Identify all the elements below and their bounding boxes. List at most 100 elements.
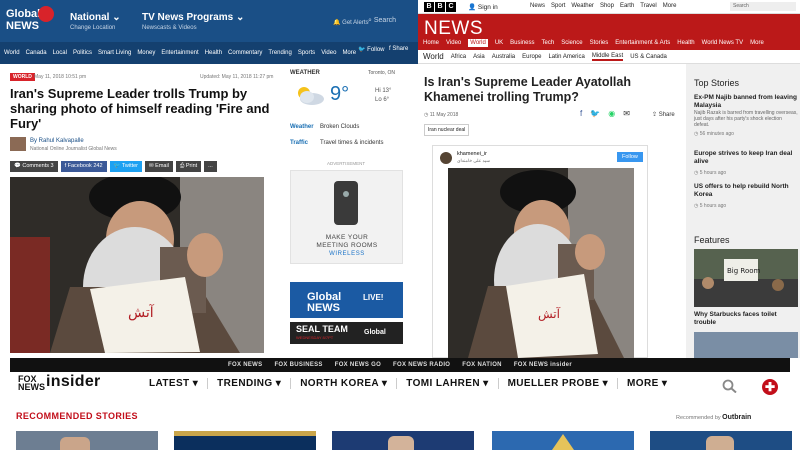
bbc-search-input[interactable]: Search [730,2,796,11]
network-fox-news-go[interactable]: FOX NEWS GO [335,362,381,368]
top-story-2[interactable]: Europe strives to keep Iran deal alive ◷… [694,150,798,176]
bbc-nav-world-news-tv[interactable]: World News TV [702,40,743,46]
bbc-nav-entertainment[interactable]: Entertainment & Arts [615,40,670,46]
topnav-weather[interactable]: Weather [571,3,594,9]
subnav-us-canada[interactable]: US & Canada [630,54,667,60]
twitter-icon[interactable]: 🐦 [590,109,600,118]
topnav-travel[interactable]: Travel [640,3,656,9]
subnav-latin-america[interactable]: Latin America [548,54,584,60]
bbc-nav-uk[interactable]: UK [495,40,503,46]
nav-item-politics[interactable]: Politics [73,50,92,56]
sign-in-link[interactable]: 👤 Sign in [468,3,498,11]
embed-follow-button[interactable]: Follow [617,152,643,162]
bbc-share-button[interactable]: ⇪ Share [652,111,675,118]
topnav-news[interactable]: News [530,3,545,9]
bbc-nav-stories[interactable]: Stories [590,40,609,46]
recommended-thumb-5[interactable] [650,431,792,450]
fox-nav-trending[interactable]: TRENDING ▾ [207,378,290,389]
feature-image[interactable]: Big Room [694,249,798,307]
fox-nav-tomi-lahren[interactable]: TOMI LAHREN ▾ [396,378,497,389]
network-fox-business[interactable]: FOX BUSINESS [274,362,322,368]
search-button[interactable]: ⌕ Search [368,17,396,25]
twitter-share-button[interactable]: 🐦 Twitter [109,161,143,172]
recommended-thumb-2[interactable] [174,431,316,450]
topnav-shop[interactable]: Shop [600,3,614,9]
bbc-nav-tech[interactable]: Tech [542,40,555,46]
recommended-thumb-1[interactable] [16,431,158,450]
nav-item-entertainment[interactable]: Entertainment [161,50,198,56]
bbc-nav-health[interactable]: Health [677,40,694,46]
weather-row[interactable]: Weather Broken Clouds [290,124,359,130]
bbc-nav-science[interactable]: Science [561,40,582,46]
print-button[interactable]: ⎙ Print [175,161,202,172]
embed-username[interactable]: khamenei_ir [457,151,487,157]
bbc-nav-home[interactable]: Home [423,40,439,46]
newscasts-link[interactable]: Newscasts & Videos [142,25,244,31]
feature-title[interactable]: Why Starbucks faces toilet trouble [694,311,798,327]
nav-item-local[interactable]: Local [53,50,67,56]
ad-headline: MAKE YOUR MEETING ROOMS [296,234,398,250]
outbrain-credit[interactable]: Recommended by Outbrain [676,414,751,421]
change-location-link[interactable]: Change Location [70,25,121,31]
nav-item-commentary[interactable]: Commentary [228,50,262,56]
global-news-logo[interactable]: Global NEWS [6,6,54,36]
fox-nav-north-korea[interactable]: NORTH KOREA ▾ [290,378,396,389]
nav-item-canada[interactable]: Canada [26,50,47,56]
topnav-earth[interactable]: Earth [620,3,634,9]
subnav-australia[interactable]: Australia [492,54,515,60]
nav-item-trending[interactable]: Trending [268,50,291,56]
medical-cross-icon[interactable]: ✚ [762,379,778,395]
bbc-logo[interactable]: BBC [424,2,456,12]
recommended-thumb-4[interactable] [492,431,634,450]
author-link[interactable]: By Rahul Kalvapalle [30,138,84,144]
more-share-button[interactable]: ... [204,161,217,172]
nav-item-video[interactable]: Video [321,50,336,56]
bbc-nav-video[interactable]: Video [446,40,461,46]
fox-nav-mueller-probe[interactable]: MUELLER PROBE ▾ [497,378,617,389]
feature-image-2[interactable] [694,332,798,358]
top-story-1[interactable]: Ex-PM Najib banned from leaving Malaysia… [694,94,798,137]
network-fox-insider[interactable]: FOX NEWS insider [514,362,572,368]
nav-item-smart-living[interactable]: Smart Living [98,50,131,56]
nav-item-world[interactable]: World [4,50,20,56]
subnav-africa[interactable]: Africa [451,54,466,60]
facebook-icon[interactable]: f [580,109,582,118]
bbc-nav-business[interactable]: Business [510,40,534,46]
messenger-icon[interactable]: ◉ [608,109,615,118]
national-dropdown[interactable]: National ⌄ Change Location [70,12,121,31]
follow-button[interactable]: 🐦 Follow [358,46,385,53]
nav-item-sports[interactable]: Sports [298,50,315,56]
topnav-more[interactable]: More [663,3,677,9]
share-button[interactable]: f Share [389,46,408,52]
network-fox-news[interactable]: FOX NEWS [228,362,262,368]
bbc-nav-world[interactable]: World [468,39,488,47]
alerts-button[interactable]: 🔔 Get Alerts [333,19,369,26]
nav-item-more[interactable]: More [342,50,356,56]
subnav-world[interactable]: World [423,52,444,61]
top-story-3[interactable]: US offers to help rebuild North Korea ◷ … [694,183,798,209]
subnav-middle-east[interactable]: Middle East [591,53,624,61]
weather-city[interactable]: Toronto, ON [368,70,395,76]
recommended-thumb-3[interactable] [332,431,474,450]
fox-nav-more[interactable]: MORE ▾ [617,378,676,389]
subnav-asia[interactable]: Asia [473,54,485,60]
subnav-europe[interactable]: Europe [522,54,541,60]
comments-button[interactable]: 💬 Comments 3 [10,161,58,172]
tv-programs-dropdown[interactable]: TV News Programs ⌄ Newscasts & Videos [142,12,244,31]
fox-nav-latest[interactable]: LATEST ▾ [140,378,207,389]
fox-insider-logo[interactable]: FOX NEWS insider [18,374,100,392]
network-fox-nation[interactable]: FOX NATION [462,362,502,368]
nav-item-money[interactable]: Money [137,50,155,56]
email-button[interactable]: ✉ Email [145,161,173,172]
topic-tag[interactable]: Iran nuclear deal [424,124,470,136]
traffic-row[interactable]: Traffic Travel times & incidents [290,140,383,146]
email-icon[interactable]: ✉ [623,109,630,118]
topnav-sport[interactable]: Sport [551,3,565,9]
embed-avatar[interactable] [440,152,452,164]
nav-item-health[interactable]: Health [205,50,222,56]
section-tag[interactable]: WORLD [10,73,35,81]
network-fox-radio[interactable]: FOX NEWS RADIO [393,362,450,368]
bbc-nav-more[interactable]: More [750,40,764,46]
search-icon[interactable] [722,379,738,393]
facebook-share-button[interactable]: f Facebook 242 [60,161,107,172]
